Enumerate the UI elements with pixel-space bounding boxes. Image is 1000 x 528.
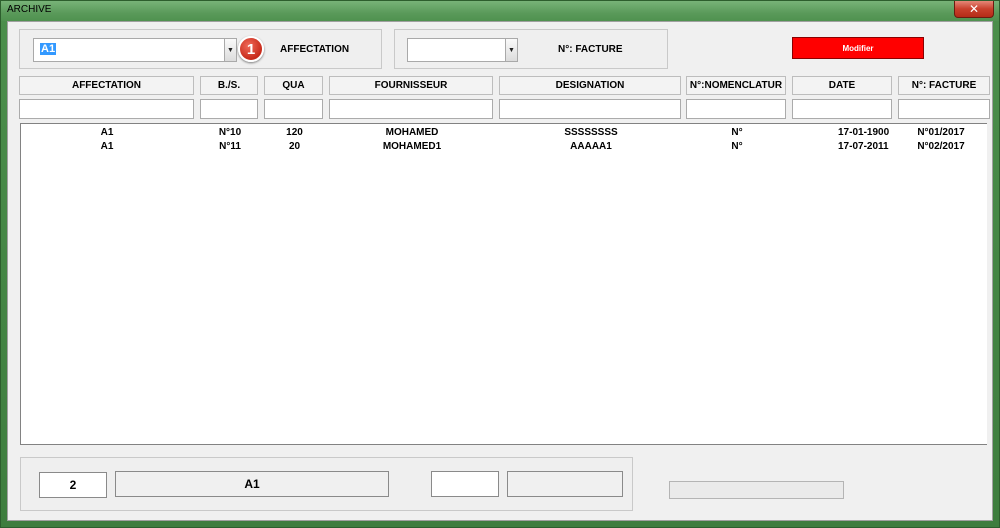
summary-box-4 [507,471,623,497]
archive-list[interactable]: A1 N°10 120 MOHAMED SSSSSSSS N° 17-01-19… [20,123,987,445]
col-header-fournisseur: FOURNISSEUR [329,76,493,95]
filter-date-input[interactable] [792,99,892,119]
filter-fournisseur-input[interactable] [329,99,493,119]
cell-nomenclature: N° [731,127,743,138]
form-client-area: A1 ▼ 1 AFFECTATION ▼ N°: FACTURE Modifie… [7,21,993,521]
chevron-down-icon: ▼ [227,46,234,54]
chevron-down-icon: ▼ [508,46,515,54]
col-header-facture: N°: FACTURE [898,76,990,95]
filter-nomenclature-input[interactable] [686,99,786,119]
filter-qua-input[interactable] [264,99,323,119]
col-header-designation: DESIGNATION [499,76,681,95]
facture-dropdown-arrow[interactable]: ▼ [505,39,517,61]
filter-bs-input[interactable] [200,99,258,119]
close-button[interactable]: ✕ [954,1,994,18]
col-header-date: DATE [792,76,892,95]
facture-frame: ▼ N°: FACTURE [394,29,668,69]
col-header-qua: QUA [264,76,323,95]
step-badge: 1 [238,36,264,62]
close-icon: ✕ [968,2,980,16]
summary-input-3[interactable] [431,471,499,497]
cell-qua: 20 [288,141,301,152]
col-header-affectation: AFFECTATION [19,76,194,95]
col-header-bs: B./S. [200,76,258,95]
title-bar[interactable]: ARCHIVE ✕ [1,1,999,21]
filter-facture-input[interactable] [898,99,990,119]
cell-date: 17-01-1900 [838,127,890,138]
cell-facture: N°01/2017 [917,127,965,138]
affectation-combo[interactable]: A1 ▼ [33,38,237,62]
window-title: ARCHIVE [7,4,52,15]
cell-bs: N°11 [219,141,241,152]
affectation-dropdown-arrow[interactable]: ▼ [224,39,236,61]
facture-label: N°: FACTURE [558,44,623,55]
cell-nomenclature: N° [731,141,743,152]
progress-bar [669,481,844,499]
cell-designation: AAAAA1 [570,141,612,152]
cell-designation: SSSSSSSS [564,127,618,138]
cell-qua: 120 [286,127,303,138]
modify-button[interactable]: Modifier [792,37,924,59]
table-row[interactable]: A1 N°11 20 MOHAMED1 AAAAA1 N° 17-07-2011… [21,141,987,155]
filter-affectation-input[interactable] [19,99,194,119]
cell-date: 17-07-2011 [838,141,889,152]
cell-fournisseur: MOHAMED [385,127,439,138]
affectation-combo-value: A1 [40,43,57,55]
filter-designation-input[interactable] [499,99,681,119]
affectation-summary-box: A1 [115,471,389,497]
facture-combo[interactable]: ▼ [407,38,518,62]
table-row[interactable]: A1 N°10 120 MOHAMED SSSSSSSS N° 17-01-19… [21,127,987,141]
step-badge-number: 1 [246,40,256,58]
affectation-frame: A1 ▼ 1 AFFECTATION [19,29,382,69]
cell-fournisseur: MOHAMED1 [382,141,442,152]
affectation-label: AFFECTATION [280,44,350,55]
cell-affectation: A1 [100,141,114,152]
archive-window: ARCHIVE ✕ A1 ▼ 1 AFFECTATION ▼ N°: FACTU… [0,0,1000,528]
col-header-nomenclature: N°:NOMENCLATUR [686,76,786,95]
cell-affectation: A1 [100,127,114,138]
cell-bs: N°10 [218,127,242,138]
cell-facture: N°02/2017 [917,141,965,152]
count-box: 2 [39,472,107,498]
